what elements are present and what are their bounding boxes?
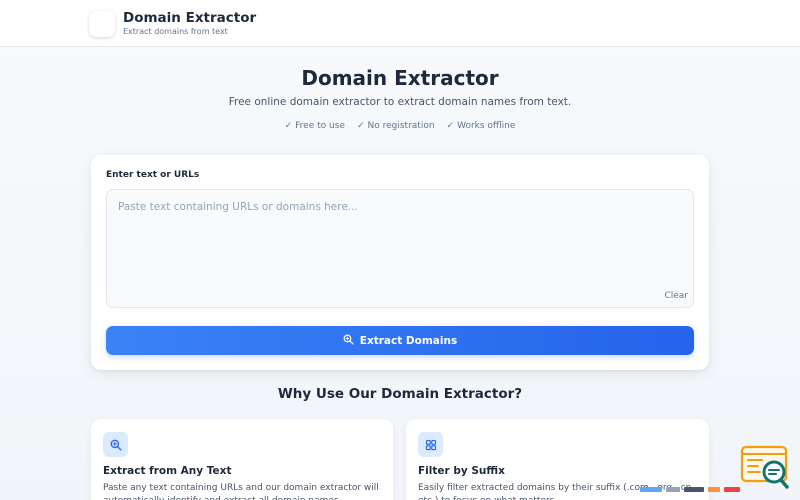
partner-logo[interactable] bbox=[666, 486, 680, 492]
brand-subtitle: Extract domains from text bbox=[123, 27, 228, 36]
badge-no-registration: ✓ No registration bbox=[357, 121, 435, 131]
feature-title: Filter by Suffix bbox=[418, 465, 505, 477]
text-input[interactable] bbox=[106, 189, 694, 308]
badge-label: Works offline bbox=[457, 121, 516, 131]
page-subtitle: Free online domain extractor to extract … bbox=[228, 96, 572, 108]
feature-description: Paste any text containing URLs and our d… bbox=[103, 483, 379, 500]
input-card: Enter text or URLs Clear Extract Domains bbox=[91, 155, 709, 370]
badge-free: ✓ Free to use bbox=[285, 121, 345, 131]
check-icon: ✓ bbox=[446, 121, 455, 131]
partner-logo[interactable] bbox=[708, 486, 720, 492]
check-icon: ✓ bbox=[284, 121, 293, 131]
search-icon bbox=[343, 334, 354, 348]
search-icon bbox=[103, 432, 128, 457]
badge-label: Free to use bbox=[295, 121, 345, 131]
extract-button-label: Extract Domains bbox=[359, 334, 458, 347]
clear-button[interactable]: Clear bbox=[646, 289, 688, 303]
partner-logos bbox=[640, 484, 750, 494]
features-title: Why Use Our Domain Extractor? bbox=[277, 386, 523, 402]
partner-logo[interactable] bbox=[684, 486, 704, 492]
chat-search-icon bbox=[740, 445, 789, 489]
partner-logo[interactable] bbox=[640, 486, 662, 492]
page-title: Domain Extractor bbox=[301, 66, 499, 90]
app-header: Domain Extractor Extract domains from te… bbox=[0, 0, 800, 47]
feature-badges: ✓ Free to use ✓ No registration ✓ Works … bbox=[0, 121, 800, 131]
input-label: Enter text or URLs bbox=[106, 170, 200, 180]
chat-widget[interactable] bbox=[740, 445, 790, 490]
brand-title[interactable]: Domain Extractor bbox=[123, 10, 256, 26]
feature-card-extract: Extract from Any Text Paste any text con… bbox=[91, 419, 393, 500]
check-icon: ✓ bbox=[356, 121, 365, 131]
extract-domains-button[interactable]: Extract Domains bbox=[106, 326, 694, 355]
feature-title: Extract from Any Text bbox=[103, 465, 232, 477]
partner-logo[interactable] bbox=[724, 486, 740, 492]
grid-icon bbox=[418, 432, 443, 457]
logo[interactable] bbox=[89, 11, 115, 37]
badge-offline: ✓ Works offline bbox=[447, 121, 516, 131]
badge-label: No registration bbox=[367, 121, 435, 131]
